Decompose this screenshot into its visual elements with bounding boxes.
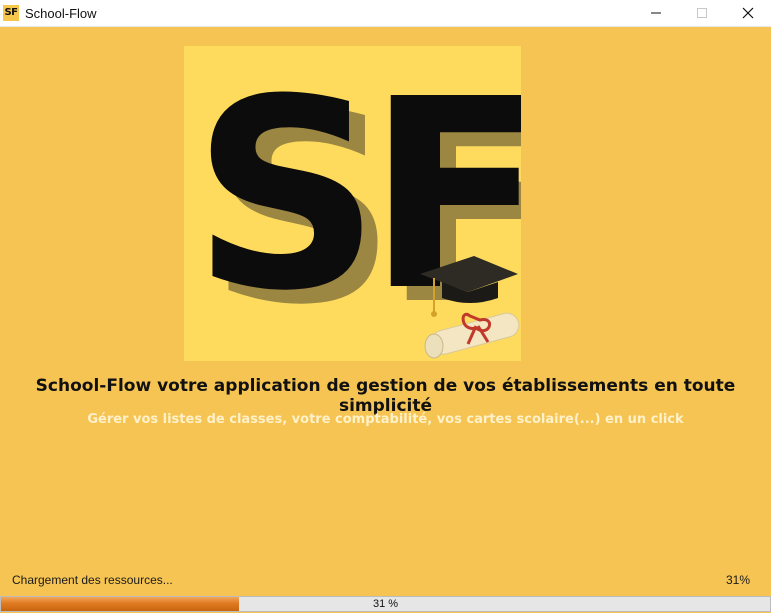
minimize-icon xyxy=(651,12,661,14)
school-flow-logo: SF SF xyxy=(184,43,562,362)
title-bar: SF School-Flow xyxy=(0,0,771,27)
loading-status: Chargement des ressources... xyxy=(12,573,173,587)
progress-bar: 31 % xyxy=(0,596,771,612)
maximize-button[interactable] xyxy=(679,0,725,26)
window-title: School-Flow xyxy=(25,5,97,21)
progress-label: 31 % xyxy=(372,598,399,610)
minimize-button[interactable] xyxy=(633,0,679,26)
loading-percent: 31% xyxy=(725,573,750,587)
headline: School-Flow votre application de gestion… xyxy=(35,376,736,416)
maximize-icon xyxy=(697,8,707,18)
close-button[interactable] xyxy=(725,0,771,26)
app-logo-icon: SF xyxy=(3,5,19,21)
close-icon xyxy=(742,7,754,19)
subheadline: Gérer vos listes de classes, votre compt… xyxy=(87,412,684,427)
